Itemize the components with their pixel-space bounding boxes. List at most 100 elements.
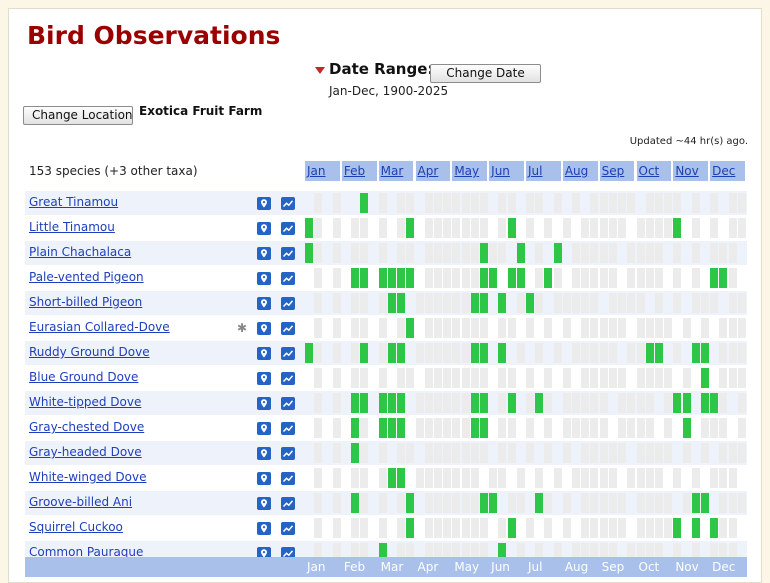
month-link-jun[interactable]: Jun (489, 161, 524, 181)
species-link[interactable]: Plain Chachalaca (29, 245, 131, 259)
week-no-data (498, 468, 507, 488)
species-link[interactable]: White-tipped Dove (29, 395, 141, 409)
week-no-data (498, 193, 507, 213)
map-icon[interactable] (257, 497, 271, 510)
week-no-data (479, 443, 488, 463)
change-date-button[interactable]: Change Date (430, 64, 541, 83)
species-link[interactable]: Gray-chested Dove (29, 420, 144, 434)
map-icon[interactable] (257, 422, 271, 435)
week-present (489, 493, 498, 513)
map-icon[interactable] (257, 347, 271, 360)
month-link-dec[interactable]: Dec (710, 161, 745, 181)
week-present (305, 218, 313, 238)
month-link-apr[interactable]: Apr (415, 161, 451, 181)
week-no-data (406, 243, 415, 263)
month-link-jan[interactable]: Jan (305, 161, 340, 181)
chart-icon[interactable] (281, 397, 295, 410)
week-no-data (351, 318, 360, 338)
week-present (507, 518, 516, 538)
month-label-apr: Apr (416, 557, 451, 577)
species-link[interactable]: Short-billed Pigeon (29, 295, 142, 309)
species-link[interactable]: Pale-vented Pigeon (29, 270, 144, 284)
month-label: Jul (528, 560, 543, 574)
week-no-data (737, 443, 746, 463)
month-link-may[interactable]: May (452, 161, 488, 181)
chart-icon[interactable] (281, 497, 295, 510)
month-link-jul[interactable]: Jul (526, 161, 561, 181)
map-icon[interactable] (257, 297, 271, 310)
species-row: Groove-billed Ani (25, 491, 747, 515)
map-icon[interactable] (257, 472, 271, 485)
week-no-data (581, 393, 590, 413)
species-link[interactable]: Gray-headed Dove (29, 445, 142, 459)
chart-icon[interactable] (281, 272, 295, 285)
month-label-may: May (452, 557, 487, 577)
map-icon[interactable] (257, 272, 271, 285)
chart-icon[interactable] (281, 322, 295, 335)
chart-icon[interactable] (281, 297, 295, 310)
species-link[interactable]: Blue Ground Dove (29, 370, 138, 384)
species-link[interactable]: White-winged Dove (29, 470, 146, 484)
week-no-data (397, 243, 406, 263)
chart-icon[interactable] (281, 222, 295, 235)
week-no-data (737, 418, 746, 438)
chart-icon[interactable] (281, 197, 295, 210)
week-no-data (443, 393, 452, 413)
species-link[interactable]: Ruddy Ground Dove (29, 345, 150, 359)
map-icon[interactable] (257, 447, 271, 460)
species-link[interactable]: Eurasian Collared-Dove (29, 320, 170, 334)
week-no-data (415, 293, 424, 313)
month-link-oct[interactable]: Oct (636, 161, 672, 181)
chart-icon[interactable] (281, 422, 295, 435)
week-no-data (332, 368, 341, 388)
week-no-data (415, 468, 424, 488)
chart-icon[interactable] (281, 522, 295, 535)
month-label: Feb (343, 560, 366, 574)
week-no-data (599, 368, 608, 388)
change-location-button[interactable]: Change Location (23, 106, 133, 125)
month-link-sep[interactable]: Sep (599, 161, 635, 181)
chart-icon[interactable] (281, 472, 295, 485)
chart-icon[interactable] (281, 372, 295, 385)
month-link-nov[interactable]: Nov (673, 161, 709, 181)
map-icon[interactable] (257, 247, 271, 260)
map-icon[interactable] (257, 322, 271, 335)
week-no-data (581, 343, 590, 363)
week-no-data (590, 218, 599, 238)
chart-icon[interactable] (281, 447, 295, 460)
species-link[interactable]: Little Tinamou (29, 220, 115, 234)
week-no-data (397, 493, 406, 513)
species-link[interactable]: Groove-billed Ani (29, 495, 132, 509)
chart-icon[interactable] (281, 247, 295, 260)
species-link[interactable]: Squirrel Cuckoo (29, 520, 123, 534)
week-no-data (645, 368, 654, 388)
week-no-data (553, 343, 562, 363)
species-row: Eurasian Collared-Dove ✱ (25, 316, 747, 340)
week-present (700, 343, 709, 363)
week-no-data (673, 343, 682, 363)
week-no-data (461, 443, 470, 463)
month-link-mar[interactable]: Mar (378, 161, 414, 181)
week-no-data (424, 243, 433, 263)
map-icon[interactable] (257, 197, 271, 210)
week-no-data (618, 293, 627, 313)
map-icon[interactable] (257, 222, 271, 235)
week-no-data (461, 468, 470, 488)
month-link-feb[interactable]: Feb (341, 161, 377, 181)
week-present (479, 418, 488, 438)
week-no-data (618, 318, 627, 338)
map-icon[interactable] (257, 522, 271, 535)
triangle-down-icon[interactable] (315, 67, 325, 74)
chart-icon[interactable] (281, 347, 295, 360)
week-no-data (590, 343, 599, 363)
week-no-data (378, 518, 387, 538)
month-link-aug[interactable]: Aug (562, 161, 598, 181)
week-no-data (415, 343, 424, 363)
week-no-data (710, 193, 719, 213)
page-title: Bird Observations (27, 21, 281, 50)
map-icon[interactable] (257, 372, 271, 385)
species-count: 153 species (+3 other taxa) (29, 164, 198, 178)
week-no-data (664, 418, 673, 438)
species-link[interactable]: Great Tinamou (29, 195, 118, 209)
map-icon[interactable] (257, 397, 271, 410)
